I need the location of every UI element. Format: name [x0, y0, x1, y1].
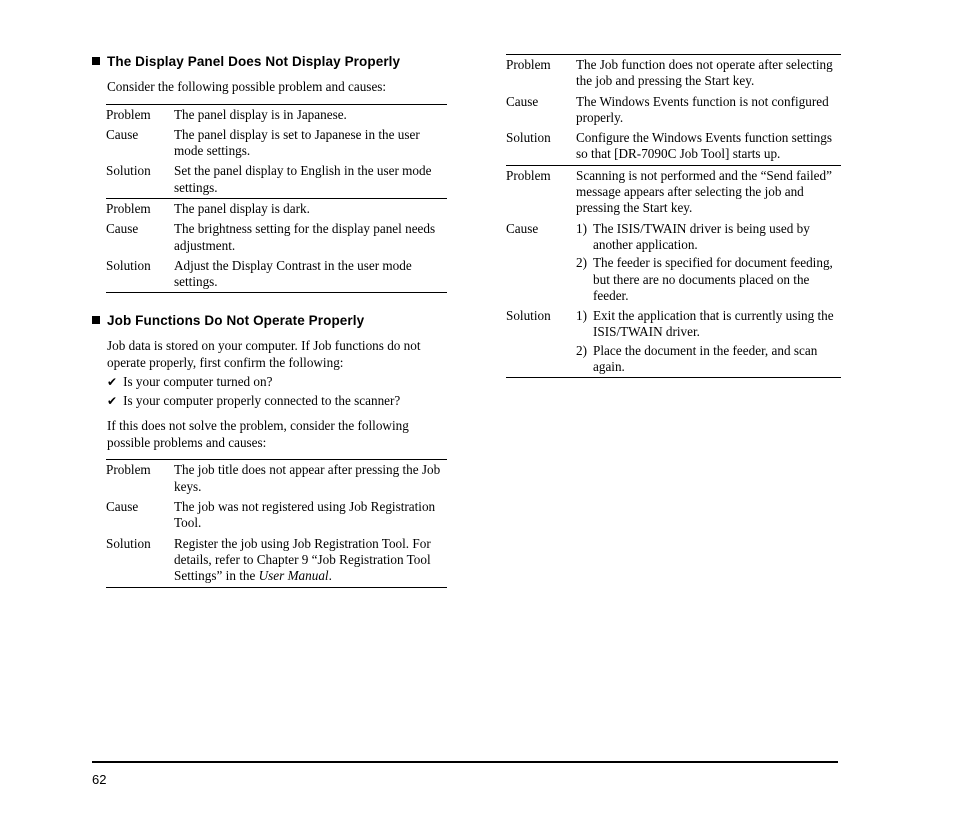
cause-label: Cause: [506, 93, 539, 109]
footer-divider: [92, 761, 838, 763]
solution-text: Configure the Windows Events function se…: [576, 130, 832, 162]
cause-item-text: The ISIS/TWAIN driver is being used by a…: [593, 220, 810, 252]
section2-intro-text-2: If this does not solve the problem, cons…: [107, 418, 409, 450]
problem-label: Problem: [106, 197, 174, 220]
square-bullet-icon: [92, 57, 100, 65]
document-page: The Display Panel Does Not Display Prope…: [0, 0, 954, 818]
checklist-item-1: ✔ Is your computer turned on?: [92, 373, 447, 392]
solution-list: 1) Exit the application that is currentl…: [576, 306, 841, 379]
table-row: Cause The panel display is set to Japane…: [106, 125, 447, 162]
table-row: Problem The panel display is in Japanese…: [106, 105, 447, 125]
problem-label: Problem: [106, 462, 151, 478]
section-heading-text: Job Functions Do Not Operate Properly: [107, 313, 365, 329]
checklist-item-2: ✔ Is your computer properly connected to …: [92, 392, 447, 411]
solution-item-text: Exit the application that is currently u…: [593, 308, 834, 340]
section1-intro-text: Consider the following possible problem …: [107, 79, 387, 94]
solution-text: Set the panel display to English in the …: [174, 163, 432, 195]
solution-label: Solution: [506, 306, 576, 379]
solution-text-italic: User Manual: [258, 568, 329, 584]
solution-label: Solution: [506, 130, 551, 146]
page-number: 62: [92, 772, 107, 787]
section-heading-text: The Display Panel Does Not Display Prope…: [107, 54, 401, 69]
checklist-item-text: Is your computer properly connected to t…: [123, 392, 401, 408]
solution-text: Register the job using Job Registration …: [174, 533, 447, 588]
problem-text: The panel display is in Japanese.: [174, 106, 347, 122]
problem-text: The panel display is dark.: [174, 197, 447, 220]
problem-label: Problem: [506, 57, 551, 72]
table-row: Cause The brightness setting for the dis…: [106, 219, 447, 256]
table-job-function-problems-continued: Problem The Job function does not operat…: [506, 55, 841, 379]
table-display-panel-problems: Problem The panel display is in Japanese…: [106, 105, 447, 294]
cause-item-number: 1): [576, 220, 587, 236]
cause-text: The panel display is set to Japanese in …: [174, 126, 420, 159]
cause-list-item: 1) The ISIS/TWAIN driver is being used b…: [576, 221, 841, 254]
section2-intro-text: Job data is stored on your computer. If …: [107, 338, 421, 370]
table-row: Cause The job was not registered using J…: [106, 497, 447, 534]
solution-label: Solution: [106, 255, 174, 294]
solution-list-item: 1) Exit the application that is currentl…: [576, 308, 841, 341]
cause-label: Cause: [106, 499, 139, 515]
checklist-item-text: Is your computer turned on?: [123, 374, 273, 390]
problem-text: The Job function does not operate after …: [576, 57, 833, 89]
solution-text-part2: .: [328, 568, 332, 584]
solution-item-text: Place the document in the feeder, and sc…: [593, 342, 818, 375]
table-row: Solution 1) Exit the application that is…: [506, 306, 841, 379]
cause-item-text: The feeder is specified for document fee…: [593, 255, 833, 303]
cause-text: The brightness setting for the display p…: [174, 221, 436, 253]
solution-item-number: 2): [576, 342, 587, 358]
check-icon: ✔: [107, 393, 118, 408]
right-column: Problem The Job function does not operat…: [506, 54, 841, 379]
solution-text: Adjust the Display Contrast in the user …: [174, 255, 447, 294]
solution-item-number: 1): [576, 308, 587, 324]
problem-label: Problem: [506, 164, 576, 219]
solution-list-item: 2) Place the document in the feeder, and…: [576, 343, 841, 376]
cause-text: The Windows Events function is not confi…: [576, 93, 829, 125]
problem-label: Problem: [106, 106, 151, 122]
cause-label: Cause: [506, 220, 539, 236]
table-row: Solution Register the job using Job Regi…: [106, 533, 447, 588]
cause-label: Cause: [106, 126, 139, 142]
cause-item-number: 2): [576, 255, 587, 271]
table-row: Cause 1) The ISIS/TWAIN driver is being …: [506, 219, 841, 306]
table-row: Problem The job title does not appear af…: [106, 460, 447, 497]
solution-label: Solution: [106, 533, 174, 588]
section-heading-display-panel: The Display Panel Does Not Display Prope…: [92, 54, 447, 69]
table-row: Solution Adjust the Display Contrast in …: [106, 255, 447, 294]
solution-label: Solution: [106, 163, 151, 179]
square-bullet-icon: [92, 316, 100, 325]
problem-text: The job title does not appear after pres…: [174, 462, 441, 494]
table-row: Problem Scanning is not performed and th…: [506, 164, 841, 219]
cause-list: 1) The ISIS/TWAIN driver is being used b…: [576, 219, 841, 306]
check-icon: ✔: [107, 375, 118, 390]
cause-text: The job was not registered using Job Reg…: [174, 499, 436, 531]
table-job-function-problems: Problem The job title does not appear af…: [106, 460, 447, 588]
section-heading-job-functions: Job Functions Do Not Operate Properly: [92, 313, 447, 328]
cause-label: Cause: [106, 221, 139, 237]
left-column: The Display Panel Does Not Display Prope…: [92, 54, 447, 588]
table-row: Solution Set the panel display to Englis…: [106, 161, 447, 198]
table-row: Problem The Job function does not operat…: [506, 55, 841, 92]
cause-list-item: 2) The feeder is specified for document …: [576, 255, 841, 304]
table-row: Solution Configure the Windows Events fu…: [506, 128, 841, 165]
table-row: Cause The Windows Events function is not…: [506, 92, 841, 129]
table-row: Problem The panel display is dark.: [106, 197, 447, 220]
problem-text: Scanning is not performed and the “Send …: [576, 164, 841, 219]
